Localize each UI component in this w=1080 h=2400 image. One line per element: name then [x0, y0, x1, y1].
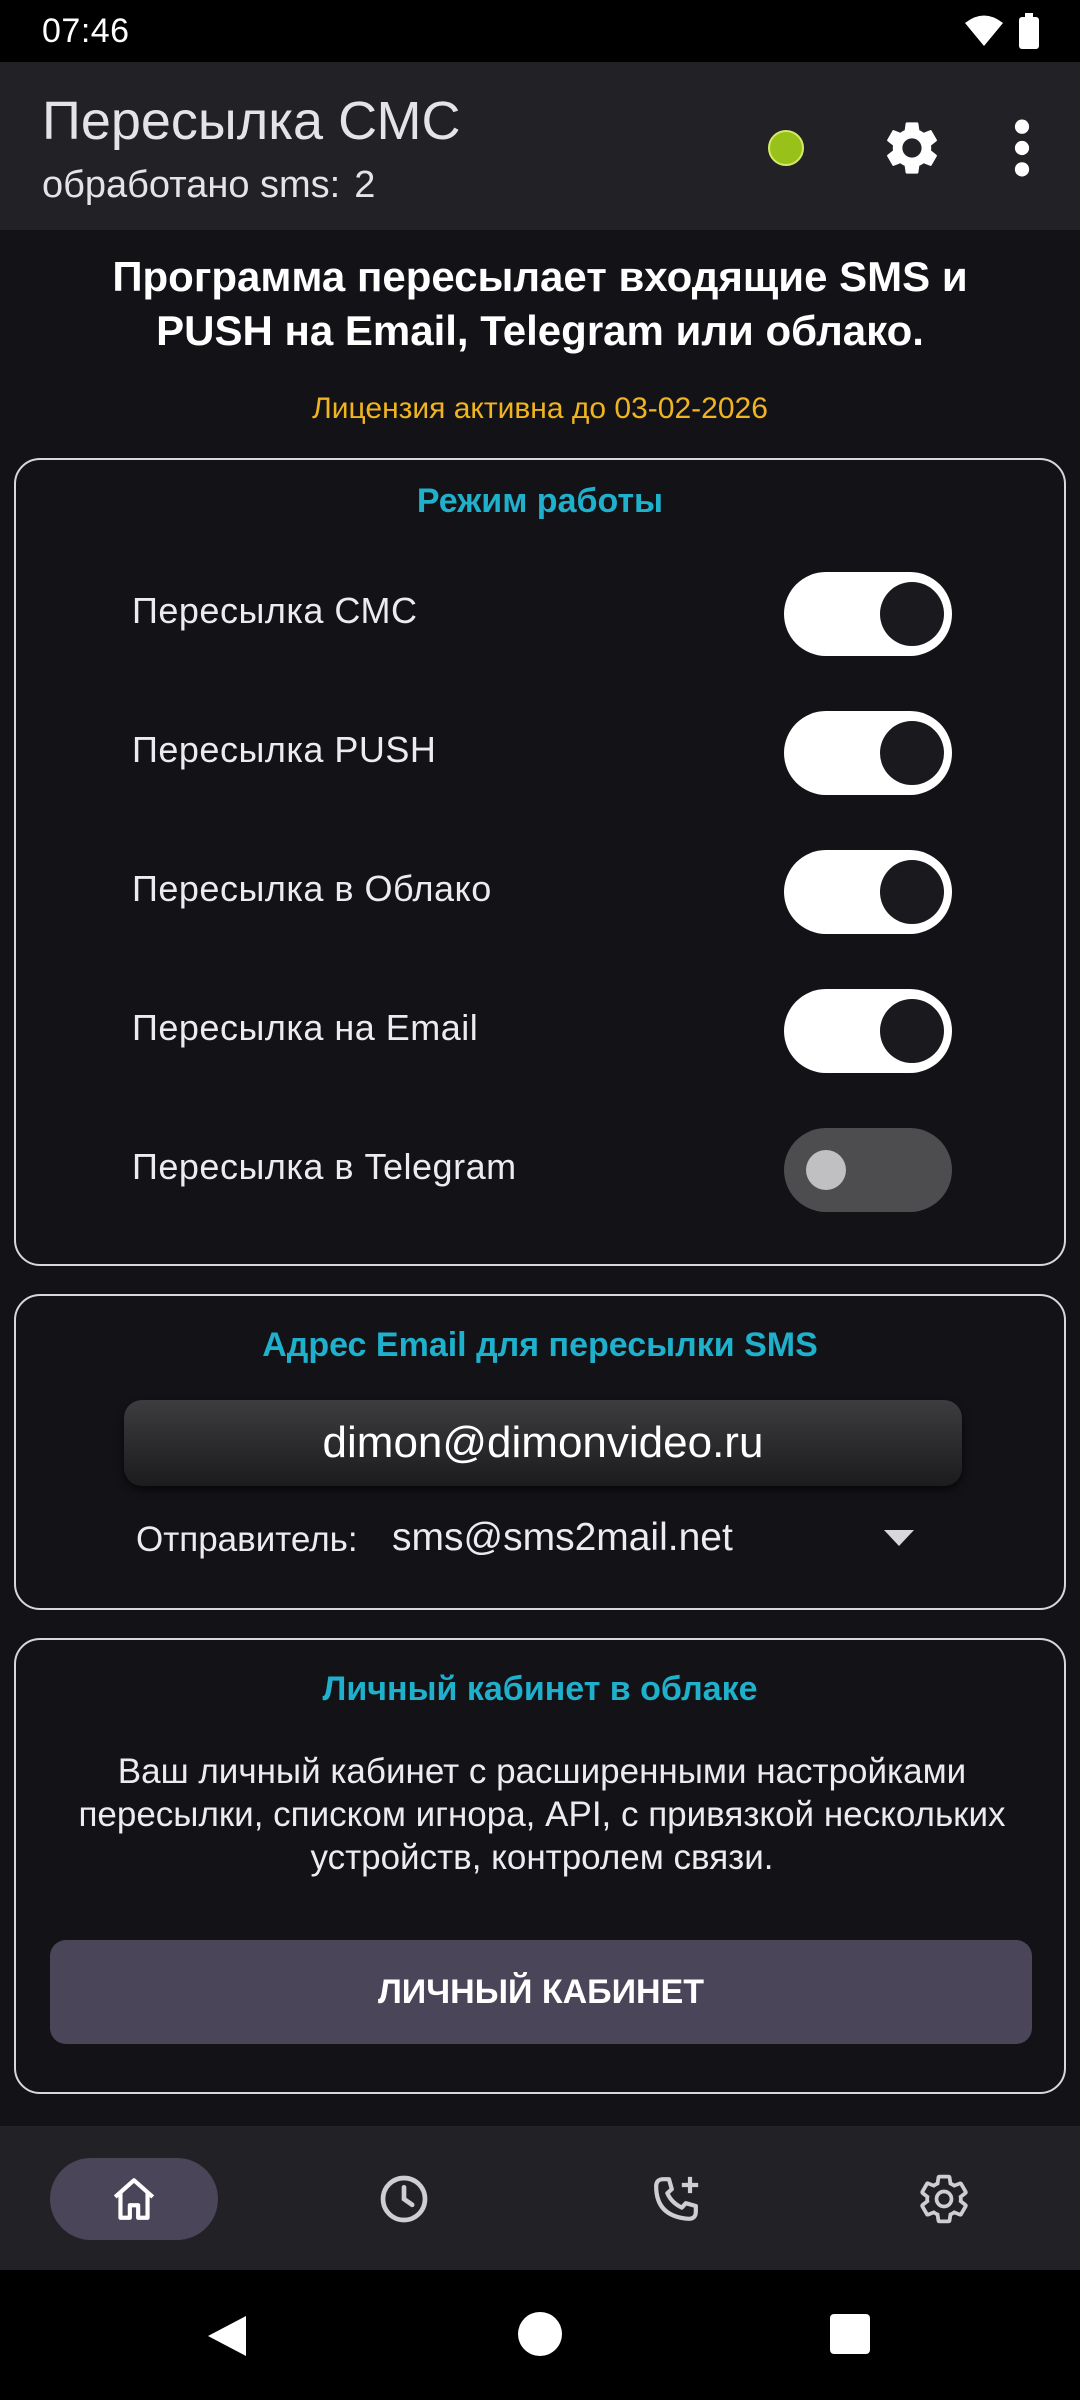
back-icon[interactable] — [206, 2314, 250, 2358]
telegram-forward-switch[interactable] — [784, 1128, 952, 1212]
toggle-row-push: Пересылка PUSH — [16, 707, 1064, 797]
app-bar: Пересылка СМС обработано sms: 2 — [0, 62, 1080, 230]
settings-icon — [920, 2174, 968, 2224]
toggle-row-cloud: Пересылка в Облако — [16, 846, 1064, 936]
push-forward-switch[interactable] — [784, 711, 952, 795]
wifi-icon — [965, 15, 1003, 46]
processed-value: 2 — [354, 164, 376, 206]
switch-knob — [880, 860, 944, 924]
home-icon — [113, 2178, 155, 2220]
toggle-row-email: Пересылка на Email — [16, 985, 1064, 1075]
home-button-icon[interactable] — [518, 2312, 562, 2356]
more-vert-icon[interactable] — [1004, 116, 1040, 180]
processed-count: обработано sms: 2 — [42, 164, 375, 207]
nav-history[interactable] — [362, 2158, 446, 2240]
switch-knob — [880, 721, 944, 785]
cabinet-card: Личный кабинет в облаке Ваш личный кабин… — [14, 1638, 1066, 2094]
nav-calls[interactable] — [634, 2158, 718, 2240]
cabinet-description: Ваш личный кабинет с расширенными настро… — [78, 1752, 1006, 1877]
status-icons — [964, 13, 1040, 49]
sender-select[interactable]: Отправитель: sms@sms2mail.net — [136, 1514, 936, 1564]
toggle-row-sms: Пересылка СМС — [16, 568, 1064, 658]
switch-knob — [880, 999, 944, 1063]
nav-home[interactable] — [50, 2158, 218, 2240]
system-nav-bar — [0, 2270, 1080, 2400]
sms-forward-switch[interactable] — [784, 572, 952, 656]
cloud-forward-switch[interactable] — [784, 850, 952, 934]
email-card-title: Адрес Email для пересылки SMS — [262, 1326, 818, 1364]
personal-cabinet-button[interactable]: ЛИЧНЫЙ КАБИНЕТ — [50, 1940, 1032, 2044]
mode-card-title: Режим работы — [416, 482, 664, 520]
phone-add-icon — [654, 2176, 699, 2221]
status-time: 07:46 — [42, 11, 130, 50]
sender-label: Отправитель: — [136, 1520, 358, 1559]
switch-knob — [806, 1150, 846, 1190]
recents-icon[interactable] — [830, 2314, 870, 2354]
toggle-row-telegram: Пересылка в Telegram — [16, 1124, 1064, 1214]
email-address-button[interactable]: dimon@dimonvideo.ru — [124, 1400, 962, 1486]
app-title: Пересылка СМС — [42, 91, 461, 151]
toggle-label: Пересылка PUSH — [132, 729, 437, 770]
battery-icon — [1019, 13, 1039, 49]
nav-settings[interactable] — [902, 2158, 986, 2240]
bottom-nav — [0, 2126, 1080, 2270]
switch-knob — [880, 582, 944, 646]
processed-label: обработано sms: — [42, 164, 341, 206]
toggle-label: Пересылка на Email — [132, 1007, 479, 1048]
sender-value: sms@sms2mail.net — [392, 1516, 733, 1559]
gear-icon[interactable] — [880, 116, 944, 180]
mode-card: Режим работы Пересылка СМС Пересылка PUS… — [14, 458, 1066, 1266]
connection-status-indicator — [768, 130, 804, 166]
email-forward-switch[interactable] — [784, 989, 952, 1073]
chevron-down-icon — [884, 1530, 914, 1546]
toggle-label: Пересылка СМС — [132, 590, 418, 631]
toggle-label: Пересылка в Облако — [132, 868, 492, 909]
intro-text: Программа пересылает входящие SMS и PUSH… — [112, 253, 968, 354]
toggle-label: Пересылка в Telegram — [132, 1146, 517, 1187]
cabinet-card-title: Личный кабинет в облаке — [322, 1670, 758, 1708]
license-status: Лицензия активна до 03-02-2026 — [312, 392, 768, 425]
status-bar: 07:46 — [0, 0, 1080, 62]
history-icon — [380, 2175, 428, 2223]
email-card: Адрес Email для пересылки SMS dimon@dimo… — [14, 1294, 1066, 1610]
